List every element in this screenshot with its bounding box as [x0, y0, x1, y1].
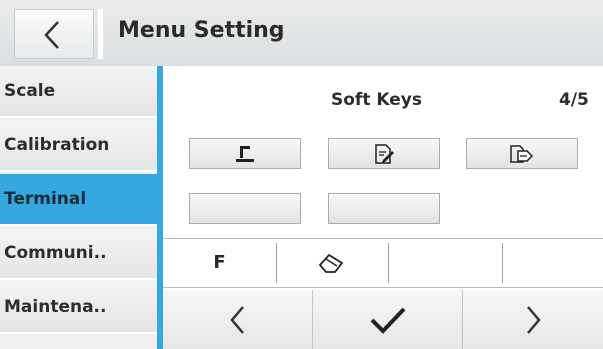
- transfer-label-icon: [510, 144, 534, 163]
- softkey-f-button[interactable]: F: [163, 243, 277, 283]
- softkey-clear-button[interactable]: [277, 243, 389, 283]
- back-button[interactable]: [14, 9, 94, 59]
- section-title: Soft Keys: [331, 90, 422, 110]
- softkey-slot-3-button[interactable]: [466, 138, 578, 169]
- chevron-left-icon: [229, 305, 244, 334]
- softkey-slot-1-button[interactable]: [189, 138, 301, 169]
- eraser-icon: [318, 253, 344, 273]
- softkey-slot-5-button[interactable]: [328, 193, 440, 224]
- screen: Menu Setting Scale Calibration Terminal …: [0, 0, 603, 349]
- sidebar-item-maintenance[interactable]: Maintena..: [0, 282, 157, 334]
- softkey-slot-4-button[interactable]: [189, 193, 301, 224]
- nav-back-button[interactable]: [163, 290, 313, 349]
- chevron-left-icon: [44, 21, 59, 49]
- scale-tare-icon: [236, 145, 254, 162]
- checkmark-icon: [370, 307, 405, 334]
- page-counter: 4/5: [559, 90, 589, 110]
- sidebar-item-terminal[interactable]: Terminal: [0, 174, 157, 226]
- confirm-button[interactable]: [313, 290, 463, 349]
- softkey-slot-2-button[interactable]: [328, 138, 440, 169]
- softkey-slot-empty-1[interactable]: [389, 243, 503, 283]
- sidebar-item-calibration[interactable]: Calibration: [0, 120, 157, 172]
- nav-next-button[interactable]: [463, 290, 603, 349]
- edit-document-icon: [375, 143, 394, 164]
- softkey-slot-empty-2[interactable]: [503, 243, 603, 283]
- sidebar-item-communication[interactable]: Communi..: [0, 228, 157, 280]
- header-divider: [98, 9, 103, 59]
- sidebar-item-scale[interactable]: Scale: [0, 66, 157, 118]
- sidebar: Scale Calibration Terminal Communi.. Mai…: [0, 66, 157, 349]
- page-title: Menu Setting: [118, 18, 285, 43]
- softkey-f-label: F: [213, 252, 226, 273]
- chevron-right-icon: [527, 305, 541, 334]
- header-bar: Menu Setting: [0, 0, 603, 67]
